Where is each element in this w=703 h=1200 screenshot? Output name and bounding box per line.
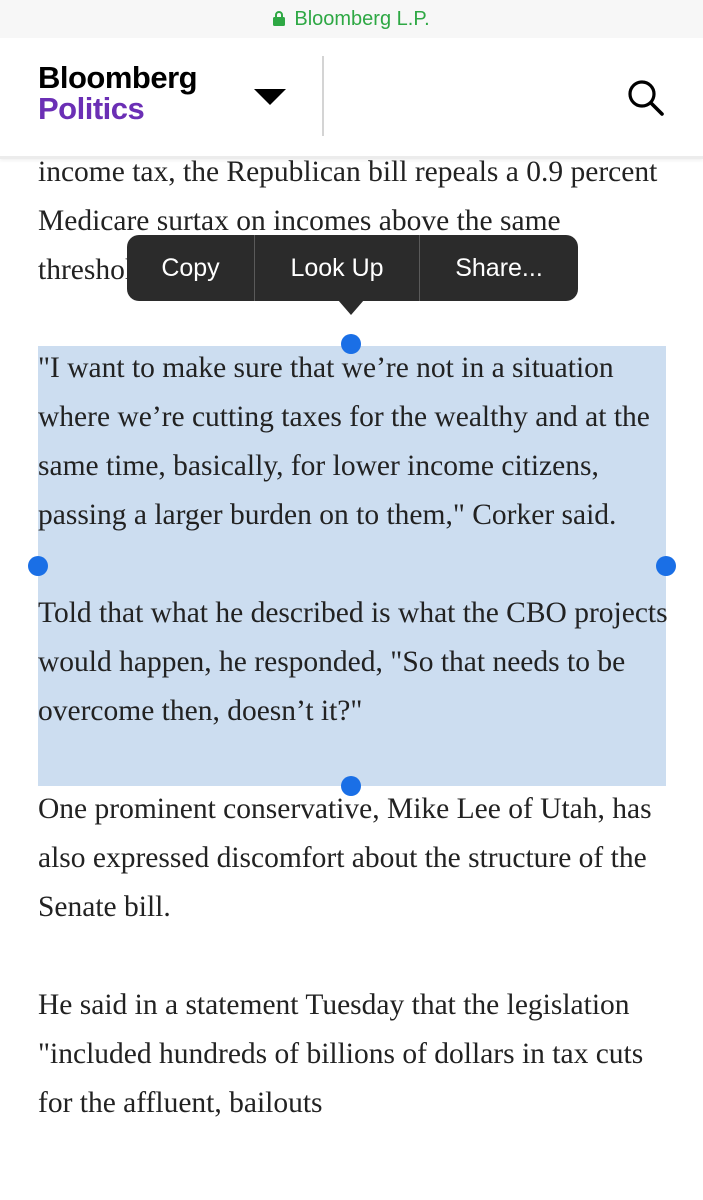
- selection-handle-right[interactable]: [656, 556, 676, 576]
- search-icon[interactable]: [626, 78, 666, 118]
- selection-handle-left[interactable]: [28, 556, 48, 576]
- lock-icon: [273, 10, 286, 26]
- url-bar[interactable]: Bloomberg L.P.: [0, 0, 703, 39]
- url-label: Bloomberg L.P.: [294, 7, 430, 30]
- copy-button[interactable]: Copy: [127, 235, 255, 301]
- bloomberg-politics-logo[interactable]: Bloomberg Politics: [38, 60, 198, 126]
- article-paragraph-quote: "I want to make sure that we’re not in a…: [38, 352, 650, 531]
- logo-line-politics: Politics: [38, 91, 145, 126]
- site-header: Bloomberg Politics: [0, 38, 703, 159]
- article-paragraph: One prominent conservative, Mike Lee of …: [38, 793, 652, 923]
- header-divider: [322, 56, 324, 136]
- text-context-menu: Copy Look Up Share...: [127, 235, 578, 301]
- share-button[interactable]: Share...: [420, 235, 578, 301]
- article-paragraph: He said in a statement Tuesday that the …: [38, 989, 644, 1119]
- context-menu-pointer: [338, 300, 364, 315]
- logo-line-bloomberg: Bloomberg: [38, 60, 198, 95]
- selection-handle-bottom[interactable]: [341, 776, 361, 796]
- article-paragraph: Told that what he described is what the …: [38, 597, 668, 727]
- selection-handle-top[interactable]: [341, 334, 361, 354]
- caret-down-icon[interactable]: [252, 86, 288, 108]
- look-up-button[interactable]: Look Up: [255, 235, 420, 301]
